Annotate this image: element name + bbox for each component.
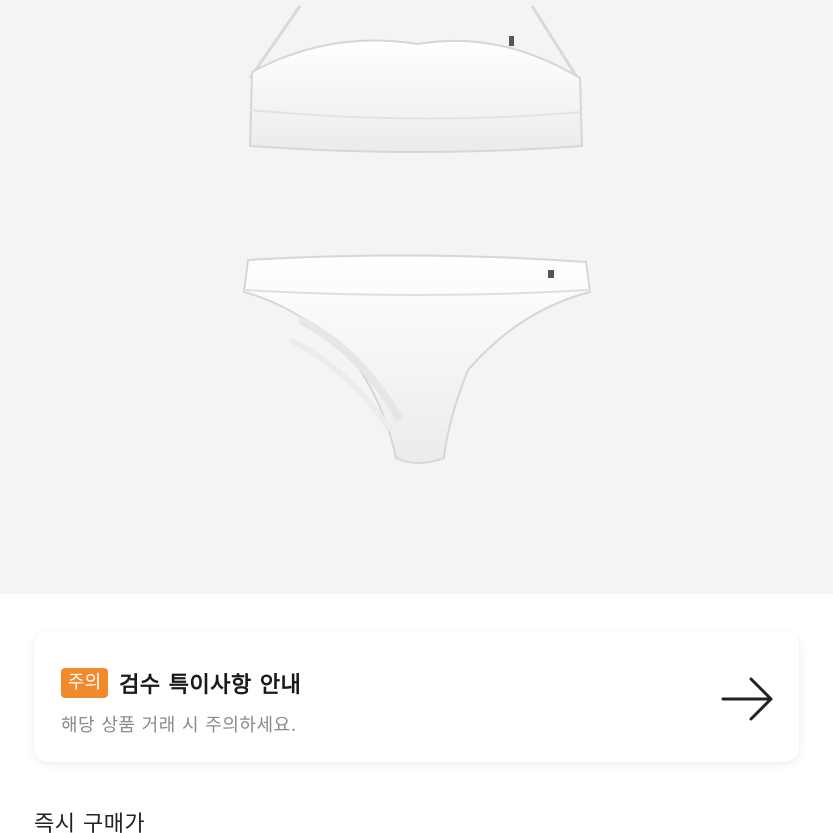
caution-badge: 주의 xyxy=(61,668,109,698)
notice-title: 검수 특이사항 안내 xyxy=(119,673,302,698)
instant-buy-price-label: 즉시 구매가 xyxy=(34,812,146,833)
arrow-right-icon[interactable] xyxy=(721,677,775,721)
bikini-bottom-illustration xyxy=(242,254,592,464)
product-page: 주의 검수 특이사항 안내 해당 상품 거래 시 주의하세요. 즉시 구매가 xyxy=(0,0,833,833)
product-illustration xyxy=(242,5,592,464)
notice-header: 주의 검수 특이사항 안내 xyxy=(61,667,301,699)
bra-top-illustration xyxy=(248,5,584,153)
product-image[interactable] xyxy=(0,0,833,594)
inspection-notice-card[interactable]: 주의 검수 특이사항 안내 해당 상품 거래 시 주의하세요. xyxy=(34,631,799,762)
notice-subtitle: 해당 상품 거래 시 주의하세요. xyxy=(61,715,297,736)
